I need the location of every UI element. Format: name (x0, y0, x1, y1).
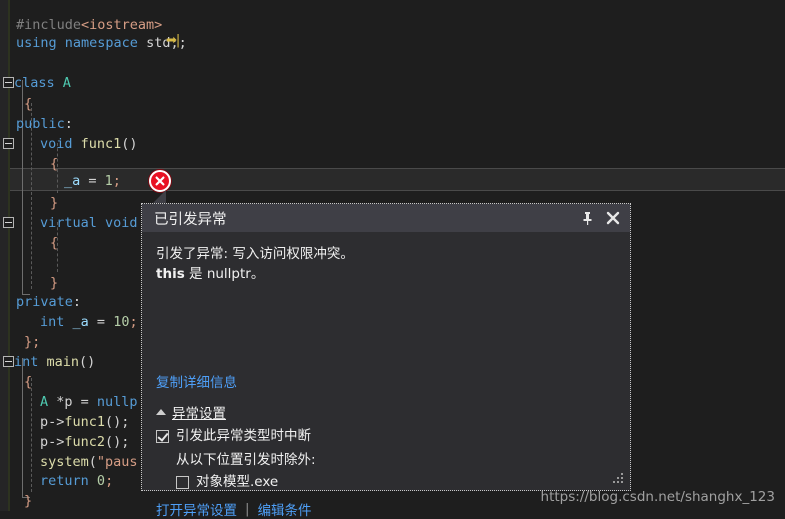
code-token: int (40, 314, 65, 330)
code-token: using (16, 35, 57, 51)
code-token: virtual (40, 215, 97, 231)
break-on-exception-row[interactable]: 引发此异常类型时中断 (156, 428, 620, 445)
code-token: int (14, 354, 39, 370)
code-line: } (0, 490, 32, 513)
code-token: A (40, 394, 49, 410)
open-exception-settings-link[interactable]: 打开异常设置 (156, 499, 237, 519)
code-line-text: class A (0, 72, 71, 95)
code-token: return (40, 473, 89, 489)
dialog-titlebar[interactable]: 已引发异常 (142, 204, 630, 232)
code-token: void (40, 136, 73, 152)
code-token: system (40, 454, 89, 470)
exception-settings-label: 异常设置 (172, 406, 226, 422)
code-token: nullp (96, 394, 138, 410)
current-line-highlight (10, 168, 785, 191)
code-token: : (64, 116, 73, 132)
code-token: } (50, 275, 59, 291)
code-token: 1 (104, 173, 113, 189)
code-token: 10 (113, 314, 130, 330)
module-exclusion-checkbox[interactable] (176, 476, 189, 489)
code-line: _a = 1; (0, 170, 121, 193)
code-token: func2 (64, 434, 106, 450)
code-token: func1 (64, 414, 106, 430)
exception-message-line-2: this 是 nullptr。 (156, 264, 616, 284)
code-token: p-> (40, 434, 65, 450)
link-separator: | (245, 501, 250, 517)
code-token: { (24, 374, 33, 390)
code-token: namespace (64, 35, 138, 51)
code-token: (); (105, 414, 130, 430)
code-line-text: } (0, 490, 32, 513)
code-token: : (72, 294, 82, 310)
code-token: = (80, 173, 105, 189)
code-token: class (14, 75, 55, 91)
code-token: = (88, 314, 114, 330)
code-line-text: _a = 1; (0, 170, 121, 193)
pin-icon[interactable] (574, 205, 600, 231)
code-token: "paus (96, 454, 138, 470)
code-line: using namespace std;; (0, 32, 187, 55)
code-token: (); (105, 434, 130, 450)
code-token: } (50, 195, 59, 211)
code-token: main (46, 354, 80, 370)
code-token: () (79, 354, 96, 370)
error-exclamation-icon[interactable] (149, 170, 171, 192)
edit-conditions-link[interactable]: 编辑条件 (258, 499, 312, 519)
exception-settings-expander[interactable]: 异常设置 (156, 402, 620, 422)
resize-grip-icon[interactable] (611, 471, 625, 485)
code-token: ; (129, 314, 138, 330)
break-on-exception-label: 引发此异常类型时中断 (176, 428, 311, 444)
code-token: void (105, 215, 138, 231)
code-token: ; (112, 173, 121, 189)
dialog-pointer-tail (152, 190, 166, 204)
module-exclusion-label: 对象模型.exe (196, 474, 279, 490)
blog-watermark: https://blog.csdn.net/shanghx_123 (540, 489, 775, 505)
exception-thrown-dialog[interactable]: 已引发异常 引发了异常: 写入访问权限冲突。 this 是 nullptr。 复… (141, 203, 631, 519)
tab-arrow-glyph: ➡| (166, 33, 180, 48)
code-token: }; (24, 334, 41, 350)
code-token: ; (105, 473, 114, 489)
this-keyword-emphasis: this (156, 266, 185, 282)
code-token: std;; (137, 35, 187, 51)
dialog-title-actions (574, 205, 630, 231)
dialog-title: 已引发异常 (154, 211, 227, 228)
code-token: { (24, 96, 33, 112)
expander-caret-icon (156, 409, 166, 415)
code-token: public (16, 116, 65, 132)
code-token: () (121, 136, 138, 152)
code-token: func1 (80, 136, 122, 152)
code-token: <iostream> (81, 17, 163, 33)
code-line: class A (0, 72, 71, 95)
code-token: *p = (48, 394, 97, 410)
code-token: A (62, 75, 71, 91)
code-line-text: using namespace std;; (0, 32, 187, 55)
code-token: } (24, 493, 33, 509)
code-token: private (16, 294, 73, 310)
code-token: _a (64, 173, 81, 189)
dialog-body: 引发了异常: 写入访问权限冲突。 this 是 nullptr。 复制详细信息 … (142, 232, 630, 519)
code-token: _a (72, 314, 89, 330)
code-token: p-> (40, 414, 65, 430)
nullptr-text: 是 nullptr。 (184, 266, 265, 282)
except-when-thrown-from-label: 从以下位置引发时除外: (176, 452, 316, 468)
code-token: { (50, 235, 59, 251)
code-token: ( (88, 454, 97, 470)
break-on-exception-checkbox[interactable] (156, 430, 169, 443)
code-token: 0 (96, 473, 106, 489)
exception-message-line-1: 引发了异常: 写入访问权限冲突。 (156, 246, 354, 262)
copy-details-link[interactable]: 复制详细信息 (156, 371, 237, 391)
code-token: #include (16, 17, 82, 33)
close-icon[interactable] (600, 205, 626, 231)
